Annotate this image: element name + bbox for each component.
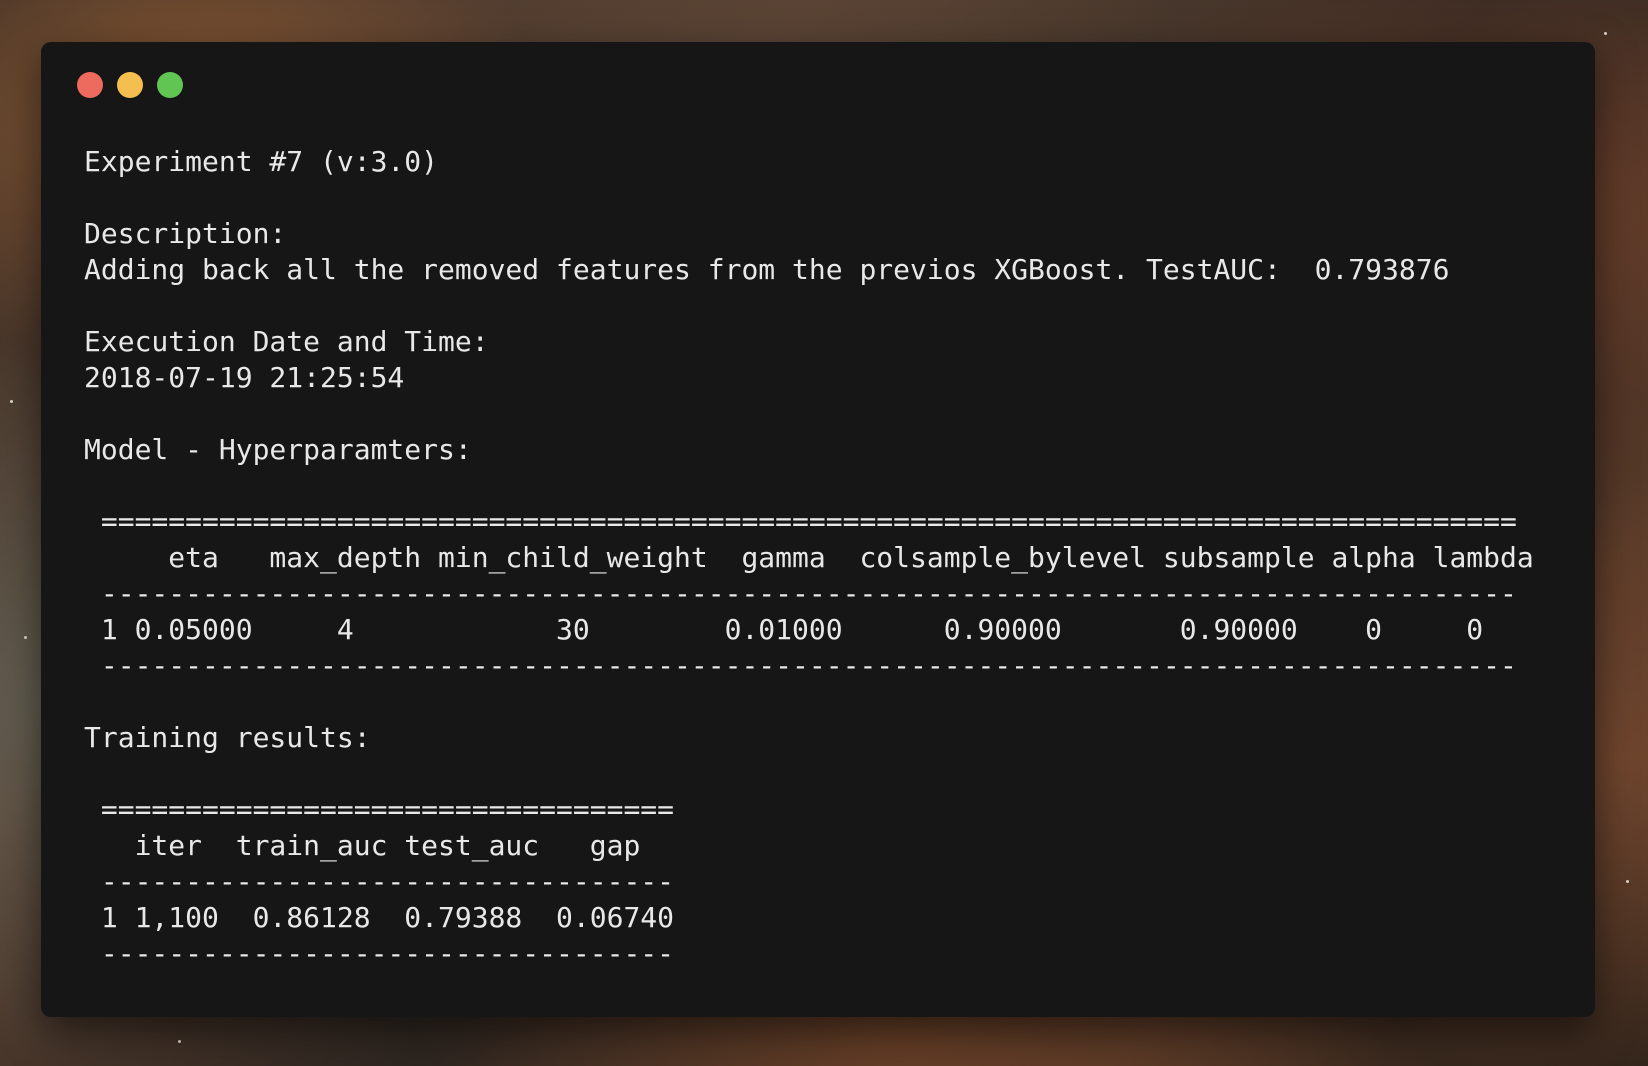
wallpaper-star <box>1604 32 1607 35</box>
hyperparams-table-top-rule: ========================================… <box>84 505 1517 538</box>
experiment-title-line: Experiment #7 (v:3.0) <box>84 145 439 178</box>
hyperparams-table-rule: ----------------------------------------… <box>84 577 1517 610</box>
wallpaper-star <box>1626 880 1629 883</box>
minimize-window-button[interactable] <box>117 72 143 98</box>
description-heading-line: Description: <box>84 217 287 250</box>
results-table-header: iter train_auc test_auc gap <box>84 829 641 862</box>
wallpaper-star <box>178 1040 181 1043</box>
results-table-top-rule: ================================== <box>84 793 675 826</box>
execution-heading-line: Execution Date and Time: <box>84 325 489 358</box>
results-table-row: 1 1,100 0.86128 0.79388 0.06740 <box>84 901 675 934</box>
maximize-window-button[interactable] <box>157 72 183 98</box>
execution-datetime-line: 2018-07-19 21:25:54 <box>84 361 405 394</box>
terminal-output: Experiment #7 (v:3.0) Description: Adding … <box>84 144 1534 972</box>
close-window-button[interactable] <box>77 72 103 98</box>
hyperparams-table-header: eta max_depth min_child_weight gamma col… <box>84 541 1534 574</box>
description-text-line: Adding back all the removed features fro… <box>84 253 1450 286</box>
hyperparams-table-row: 1 0.05000 4 30 0.01000 0.90000 0.90000 0… <box>84 613 1534 646</box>
wallpaper-star <box>10 400 13 403</box>
results-table-bottom-rule: ---------------------------------- <box>84 937 675 970</box>
wallpaper-star <box>24 636 27 639</box>
hyperparams-heading-line: Model - Hyperparamters: <box>84 433 472 466</box>
window-controls <box>77 72 183 98</box>
hyperparams-table-bottom-rule: ----------------------------------------… <box>84 649 1517 682</box>
results-table-rule: ---------------------------------- <box>84 865 675 898</box>
training-results-heading-line: Training results: <box>84 721 371 754</box>
